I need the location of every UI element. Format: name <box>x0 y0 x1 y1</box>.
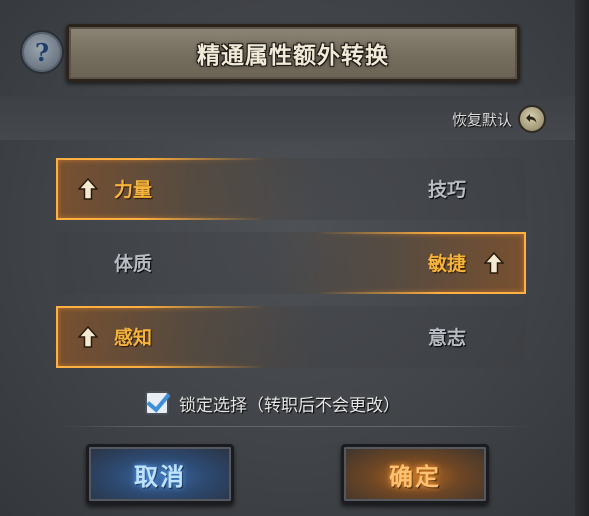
reset-default-button[interactable]: 恢复默认 <box>452 105 547 133</box>
divider <box>56 426 534 427</box>
attribute-row: 力量 技巧 <box>56 158 526 220</box>
attribute-conversion-dialog: ? 精通属性额外转换 恢复默认 力量 技巧 体质 敏捷 感知 意志 锁定选择（转… <box>0 0 589 516</box>
attribute-technique[interactable]: 技巧 <box>428 175 466 202</box>
reset-default-label: 恢复默认 <box>452 110 513 129</box>
title-banner: 精通属性额外转换 <box>66 24 520 82</box>
confirm-button-label: 确定 <box>389 462 441 491</box>
attribute-row: 体质 敏捷 <box>56 232 526 294</box>
attribute-agility[interactable]: 敏捷 <box>428 249 466 276</box>
dialog-title: 精通属性额外转换 <box>197 43 389 69</box>
question-mark-icon: ? <box>34 37 50 67</box>
up-arrow-icon <box>78 178 98 200</box>
attribute-perception[interactable]: 感知 <box>114 323 152 350</box>
help-button[interactable]: ? <box>20 30 64 74</box>
cancel-button-label: 取消 <box>134 462 186 491</box>
lock-checkbox[interactable] <box>145 387 171 415</box>
up-arrow-icon <box>484 252 504 274</box>
confirm-button[interactable]: 确定 <box>341 444 489 504</box>
attribute-row: 感知 意志 <box>56 306 526 368</box>
dialog-frame-edge <box>575 0 589 516</box>
lock-selection-toggle[interactable]: 锁定选择（转职后不会更改） <box>145 387 400 418</box>
attribute-strength[interactable]: 力量 <box>114 175 152 202</box>
checkmark-icon <box>146 387 171 413</box>
undo-arrow-icon <box>518 105 547 133</box>
cancel-button[interactable]: 取消 <box>86 444 234 504</box>
lock-selection-label: 锁定选择（转职后不会更改） <box>179 395 400 416</box>
attribute-constitution[interactable]: 体质 <box>114 249 152 276</box>
up-arrow-icon <box>78 326 98 348</box>
attribute-willpower[interactable]: 意志 <box>428 323 466 350</box>
